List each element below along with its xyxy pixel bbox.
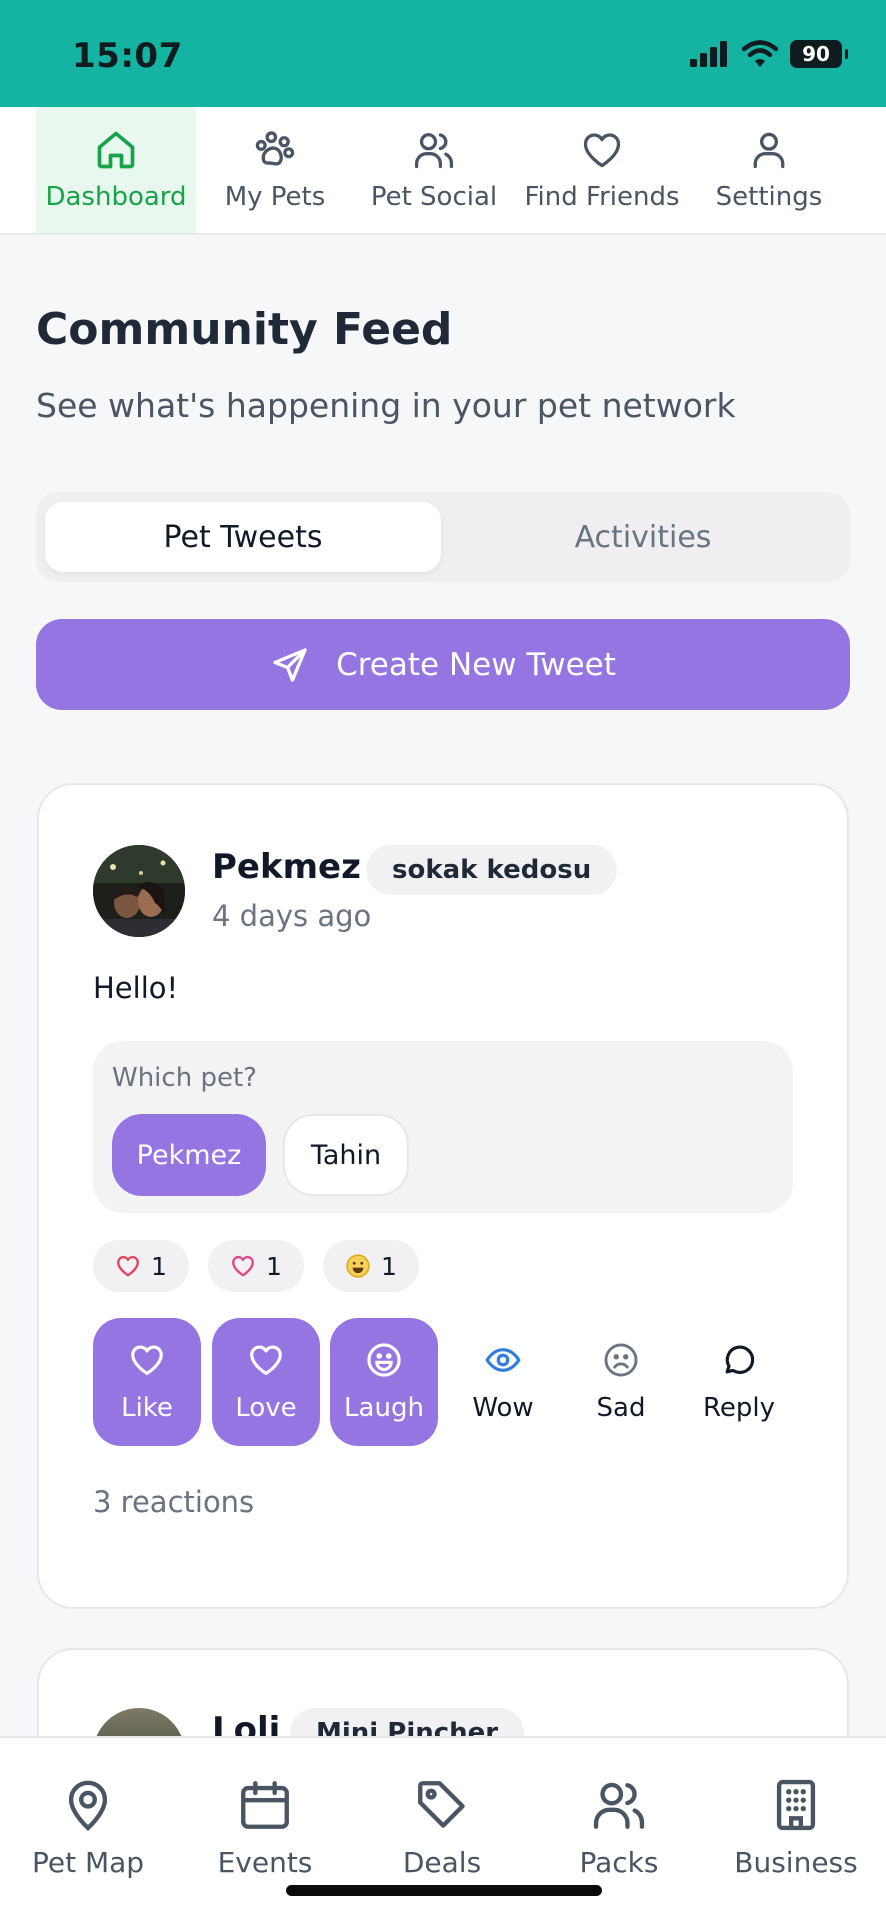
heart-outline-icon bbox=[117, 1255, 139, 1277]
building-icon bbox=[776, 1779, 816, 1831]
reactions-total: 3 reactions bbox=[93, 1485, 255, 1519]
top-nav-label: Settings bbox=[715, 182, 823, 212]
status-icons: 90 bbox=[690, 40, 848, 68]
status-bar: 15:07 90 bbox=[0, 0, 886, 107]
bottom-nav-label: Business bbox=[734, 1846, 858, 1879]
frown-icon bbox=[604, 1343, 638, 1377]
bottom-nav-label: Packs bbox=[579, 1846, 659, 1879]
users-icon bbox=[414, 133, 454, 169]
post-body: Hello! bbox=[93, 971, 179, 1005]
reaction-count-love: 1 bbox=[208, 1240, 304, 1292]
tab-pet-tweets[interactable]: Pet Tweets bbox=[45, 502, 441, 572]
top-nav-pet-social[interactable]: Pet Social bbox=[364, 107, 504, 233]
pet-option-tahin[interactable]: Tahin bbox=[283, 1114, 409, 1196]
wifi-icon bbox=[742, 40, 778, 67]
bottom-nav-business[interactable]: Business bbox=[711, 1776, 881, 1879]
status-time: 15:07 bbox=[72, 36, 183, 76]
heart-icon bbox=[250, 1345, 282, 1376]
like-button[interactable]: Like bbox=[93, 1318, 201, 1446]
pet-option-pekmez[interactable]: Pekmez bbox=[112, 1114, 266, 1196]
page-title: Community Feed bbox=[36, 304, 453, 355]
reaction-count: 1 bbox=[266, 1251, 282, 1281]
top-nav-label: Find Friends bbox=[524, 182, 680, 212]
send-icon bbox=[273, 647, 307, 682]
create-tweet-button[interactable]: Create New Tweet bbox=[36, 619, 850, 710]
tag-icon bbox=[418, 1781, 465, 1828]
top-nav-label: Pet Social bbox=[370, 182, 498, 212]
chat-bubble-icon bbox=[725, 1345, 755, 1375]
signal-icon bbox=[690, 41, 727, 67]
avatar-photo bbox=[93, 845, 185, 937]
top-nav-find-friends[interactable]: Find Friends bbox=[516, 107, 688, 233]
tab-activities[interactable]: Activities bbox=[445, 502, 841, 572]
battery-indicator: 90 bbox=[790, 40, 848, 68]
top-nav: Dashboard My Pets Pet Social Find Friend… bbox=[0, 107, 886, 235]
heart-icon bbox=[131, 1345, 163, 1376]
reaction-count: 1 bbox=[151, 1251, 167, 1281]
wow-label: Wow bbox=[472, 1393, 534, 1423]
breed-badge: sokak kedosu bbox=[366, 845, 618, 895]
bottom-nav-label: Events bbox=[217, 1846, 313, 1879]
laugh-button[interactable]: Laugh bbox=[330, 1318, 438, 1446]
avatar[interactable] bbox=[93, 845, 185, 937]
heart-icon bbox=[583, 133, 621, 168]
post-timestamp: 4 days ago bbox=[212, 899, 372, 933]
reaction-count-laugh: 1 bbox=[323, 1240, 419, 1292]
bottom-nav-label: Deals bbox=[402, 1846, 482, 1879]
create-tweet-label: Create New Tweet bbox=[336, 646, 616, 683]
reaction-count-like: 1 bbox=[93, 1240, 189, 1292]
laugh-emoji-icon bbox=[346, 1254, 370, 1278]
bottom-nav-packs[interactable]: Packs bbox=[534, 1776, 704, 1879]
wow-button[interactable]: Wow bbox=[449, 1318, 557, 1446]
sad-button[interactable]: Sad bbox=[567, 1318, 675, 1446]
bottom-nav-deals[interactable]: Deals bbox=[357, 1776, 527, 1879]
paw-icon bbox=[255, 131, 295, 166]
bottom-nav-label: Pet Map bbox=[31, 1846, 145, 1879]
like-label: Like bbox=[121, 1393, 173, 1423]
user-icon bbox=[753, 132, 785, 169]
eye-icon bbox=[485, 1348, 521, 1372]
pet-selector: Which pet? Pekmez Tahin bbox=[93, 1041, 793, 1213]
top-nav-dashboard[interactable]: Dashboard bbox=[36, 107, 196, 233]
home-indicator bbox=[286, 1885, 602, 1896]
top-nav-my-pets[interactable]: My Pets bbox=[200, 107, 350, 233]
heart-pink-icon bbox=[232, 1255, 254, 1277]
bottom-nav-pet-map[interactable]: Pet Map bbox=[3, 1776, 173, 1879]
users-icon bbox=[593, 1782, 645, 1829]
pet-selector-label: Which pet? bbox=[112, 1063, 257, 1093]
reply-button[interactable]: Reply bbox=[685, 1318, 793, 1446]
laugh-label: Laugh bbox=[344, 1393, 424, 1423]
calendar-icon bbox=[241, 1781, 289, 1829]
post-author[interactable]: Pekmez bbox=[212, 847, 361, 887]
feed-tabs: Pet Tweets Activities bbox=[36, 492, 850, 582]
reaction-count: 1 bbox=[381, 1251, 397, 1281]
love-button[interactable]: Love bbox=[212, 1318, 320, 1446]
top-nav-label: My Pets bbox=[224, 182, 326, 212]
smile-icon bbox=[367, 1343, 401, 1377]
map-pin-icon bbox=[68, 1780, 108, 1831]
bottom-nav-events[interactable]: Events bbox=[180, 1776, 350, 1879]
top-nav-settings[interactable]: Settings bbox=[704, 107, 834, 233]
page-subtitle: See what's happening in your pet network bbox=[36, 386, 736, 425]
reply-label: Reply bbox=[702, 1393, 775, 1423]
love-label: Love bbox=[235, 1393, 297, 1423]
tweet-card: Pekmez sokak kedosu 4 days ago Hello! Wh… bbox=[37, 783, 849, 1609]
home-icon bbox=[97, 131, 135, 169]
top-nav-label: Dashboard bbox=[45, 182, 187, 212]
sad-label: Sad bbox=[596, 1393, 646, 1423]
